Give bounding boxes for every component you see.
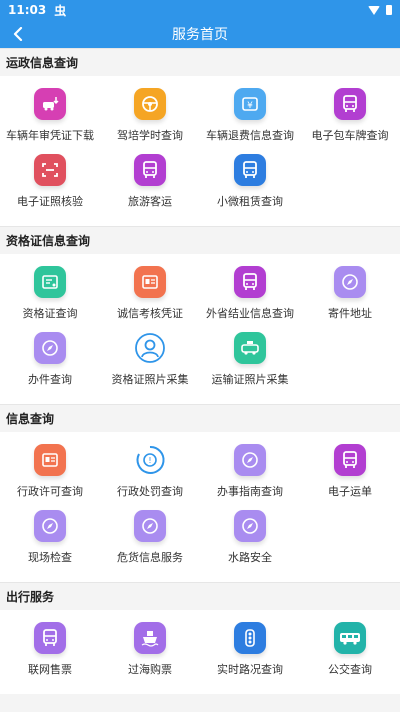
service-item[interactable]: 现场检查 bbox=[0, 510, 100, 565]
compass-icon bbox=[234, 510, 266, 542]
service-item[interactable]: 寄件地址 bbox=[300, 266, 400, 321]
bus-icon bbox=[334, 444, 366, 476]
service-item[interactable]: ¥ 车辆退费信息查询 bbox=[200, 88, 300, 143]
certificate-icon bbox=[34, 266, 66, 298]
traffic-light-icon bbox=[234, 622, 266, 654]
service-label: 小微租赁查询 bbox=[217, 195, 283, 208]
bus-icon bbox=[334, 88, 366, 120]
service-label: 现场检查 bbox=[28, 551, 72, 564]
compass-icon bbox=[134, 510, 166, 542]
nav-bar: 服务首页 bbox=[0, 20, 400, 48]
person-icon bbox=[134, 332, 166, 364]
service-item[interactable]: 电子包车牌查询 bbox=[300, 88, 400, 143]
service-item[interactable]: 联网售票 bbox=[0, 622, 100, 677]
page-title: 服务首页 bbox=[172, 27, 228, 43]
service-item[interactable]: 外省结业信息查询 bbox=[200, 266, 300, 321]
service-label: 危货信息服务 bbox=[117, 551, 183, 564]
svg-text:¥: ¥ bbox=[247, 101, 253, 111]
service-item[interactable]: 资格证查询 bbox=[0, 266, 100, 321]
section-title: 出行服务 bbox=[0, 582, 400, 610]
compass-icon bbox=[234, 444, 266, 476]
status-bar: 11:03 虫 bbox=[0, 0, 400, 20]
service-item[interactable]: 水路安全 bbox=[200, 510, 300, 565]
compass-icon bbox=[334, 266, 366, 298]
taxi-icon bbox=[234, 332, 266, 364]
service-item[interactable]: 车辆年审凭证下载 bbox=[0, 88, 100, 143]
section-grid: 联网售票 过海购票 实时路况查询 公交查询 bbox=[0, 610, 400, 694]
back-icon[interactable] bbox=[10, 26, 26, 42]
bus-icon bbox=[134, 154, 166, 186]
car-download-icon bbox=[34, 88, 66, 120]
bus-icon bbox=[34, 622, 66, 654]
service-label: 电子证照核验 bbox=[17, 195, 83, 208]
compass-icon bbox=[34, 510, 66, 542]
service-label: 电子包车牌查询 bbox=[311, 129, 389, 142]
service-label: 车辆年审凭证下载 bbox=[6, 129, 94, 142]
service-label: 公交查询 bbox=[328, 663, 372, 676]
bus-icon bbox=[234, 266, 266, 298]
compass-icon bbox=[34, 332, 66, 364]
service-label: 资格证照片采集 bbox=[111, 373, 189, 386]
service-item[interactable]: 办事指南查询 bbox=[200, 444, 300, 499]
service-label: 旅游客运 bbox=[128, 195, 172, 208]
credit-card-icon bbox=[134, 266, 166, 298]
service-item[interactable]: 危货信息服务 bbox=[100, 510, 200, 565]
service-item[interactable]: 公交查询 bbox=[300, 622, 400, 677]
service-label: 过海购票 bbox=[128, 663, 172, 676]
notification-icon: 虫 bbox=[54, 3, 67, 18]
service-label: 资格证查询 bbox=[22, 307, 78, 320]
service-label: 外省结业信息查询 bbox=[206, 307, 294, 320]
refund-icon: ¥ bbox=[234, 88, 266, 120]
penalty-icon: ! bbox=[134, 444, 166, 476]
section-grid: 资格证查询 诚信考核凭证 外省结业信息查询 寄件地址办件查询 资格证照片采集 运输证照片采… bbox=[0, 254, 400, 404]
service-item[interactable]: 办件查询 bbox=[0, 332, 100, 387]
service-label: 联网售票 bbox=[28, 663, 72, 676]
ship-icon bbox=[134, 622, 166, 654]
section-grid: 车辆年审凭证下载 驾培学时查询 ¥ 车辆退费信息查询 电子包车牌查询电子证照核验 旅游客运… bbox=[0, 76, 400, 226]
service-item[interactable]: 电子证照核验 bbox=[0, 154, 100, 209]
scan-icon bbox=[34, 154, 66, 186]
steering-wheel-icon bbox=[134, 88, 166, 120]
service-label: 实时路况查询 bbox=[217, 663, 283, 676]
service-label: 驾培学时查询 bbox=[117, 129, 183, 142]
section-grid: 行政许可查询! 行政处罚查询 办事指南查询 电子运单 现场检查 危货信息服务 水路安全 bbox=[0, 432, 400, 582]
section-title: 资格证信息查询 bbox=[0, 226, 400, 254]
service-item[interactable]: 过海购票 bbox=[100, 622, 200, 677]
service-item[interactable]: 小微租赁查询 bbox=[200, 154, 300, 209]
service-item[interactable]: 诚信考核凭证 bbox=[100, 266, 200, 321]
service-label: 办件查询 bbox=[28, 373, 72, 386]
service-item[interactable]: 旅游客运 bbox=[100, 154, 200, 209]
service-label: 电子运单 bbox=[328, 485, 372, 498]
service-item[interactable]: 行政许可查询 bbox=[0, 444, 100, 499]
service-label: 行政许可查询 bbox=[17, 485, 83, 498]
bus-icon bbox=[234, 154, 266, 186]
section-title: 信息查询 bbox=[0, 404, 400, 432]
service-item[interactable]: 驾培学时查询 bbox=[100, 88, 200, 143]
service-item[interactable]: ! 行政处罚查询 bbox=[100, 444, 200, 499]
service-item[interactable]: 实时路况查询 bbox=[200, 622, 300, 677]
license-icon bbox=[34, 444, 66, 476]
battery-icon bbox=[386, 5, 392, 15]
service-sections: 运政信息查询车辆年审凭证下载 驾培学时查询 ¥ 车辆退费信息查询 电子包车牌查询电子证照… bbox=[0, 48, 400, 694]
service-label: 车辆退费信息查询 bbox=[206, 129, 294, 142]
wifi-icon bbox=[368, 5, 380, 15]
service-label: 运输证照片采集 bbox=[211, 373, 289, 386]
service-label: 诚信考核凭证 bbox=[117, 307, 183, 320]
city-bus-icon bbox=[334, 622, 366, 654]
service-item[interactable]: 运输证照片采集 bbox=[200, 332, 300, 387]
section-title: 运政信息查询 bbox=[0, 48, 400, 76]
service-label: 办事指南查询 bbox=[217, 485, 283, 498]
svg-text:!: ! bbox=[148, 456, 151, 465]
service-label: 寄件地址 bbox=[328, 307, 372, 320]
service-label: 行政处罚查询 bbox=[117, 485, 183, 498]
service-item[interactable]: 电子运单 bbox=[300, 444, 400, 499]
service-item[interactable]: 资格证照片采集 bbox=[100, 332, 200, 387]
service-label: 水路安全 bbox=[228, 551, 272, 564]
status-time: 11:03 bbox=[8, 3, 47, 17]
